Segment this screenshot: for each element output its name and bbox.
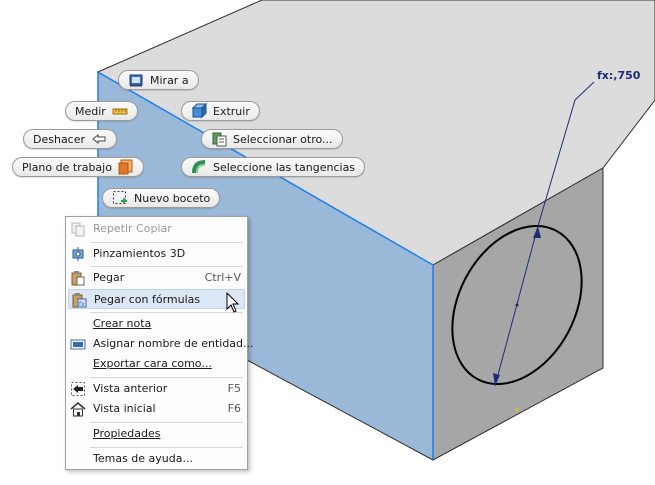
yellow-marker [515, 408, 519, 412]
menu-item-assign-entity-name[interactable]: Asignar nombre de entidad... [68, 334, 254, 354]
tangent-icon [191, 159, 207, 175]
new-sketch-icon [112, 190, 128, 206]
menu-label-previous-view: Vista anterior [93, 382, 168, 395]
menu-item-repeat-copy[interactable]: Repetir Copiar [68, 219, 245, 239]
menu-item-properties[interactable]: Propiedades [68, 424, 245, 444]
menu-label-assign-entity-name: Asignar nombre de entidad... [93, 337, 254, 350]
measure-label: Medir [75, 104, 106, 118]
select-other-icon [211, 131, 227, 147]
select-tangents-label: Seleccione las tangencias [213, 160, 356, 174]
menu-label-home-view: Vista inicial [93, 402, 156, 415]
previous-view-icon [70, 381, 86, 397]
home-icon [70, 401, 86, 417]
work-plane-label: Plano de trabajo [22, 160, 112, 174]
new-sketch-button[interactable]: Nuevo boceto [102, 188, 221, 208]
menu-label-create-note: Crear nota [93, 317, 152, 330]
work-plane-button[interactable]: Plano de trabajo [12, 157, 144, 177]
menu-separator [90, 377, 243, 378]
ruler-icon [112, 103, 128, 119]
3d-grips-icon [70, 246, 86, 262]
dimension-label[interactable]: fx:,750 [597, 69, 640, 82]
extrude-icon [191, 103, 207, 119]
menu-label-3d-grips: Pinzamientos 3D [93, 247, 186, 260]
menu-item-create-note[interactable]: Crear nota [68, 314, 245, 334]
extrude-label: Extruir [213, 104, 250, 118]
new-sketch-label: Nuevo boceto [134, 191, 211, 205]
menu-label-paste: Pegar [93, 271, 125, 284]
paste-formulas-icon: fx [71, 292, 87, 308]
look-at-button[interactable]: Mirar a [118, 70, 199, 90]
work-plane-icon [118, 159, 134, 175]
home-view-shortcut: F6 [227, 402, 241, 415]
previous-view-shortcut: F5 [227, 382, 241, 395]
extrude-button[interactable]: Extruir [181, 101, 260, 121]
center-point [515, 303, 519, 307]
menu-separator [90, 312, 243, 313]
menu-separator [90, 266, 243, 267]
menu-label-export-face: Exportar cara como... [93, 357, 212, 370]
menu-separator [90, 242, 243, 243]
menu-item-paste[interactable]: Pegar Ctrl+V [68, 268, 245, 288]
undo-button[interactable]: Deshacer [23, 129, 118, 149]
repeat-copy-icon [70, 221, 86, 237]
menu-label-repeat-copy: Repetir Copiar [93, 222, 172, 235]
paste-shortcut: Ctrl+V [204, 271, 241, 284]
undo-arrow-icon [91, 131, 107, 147]
menu-item-home-view[interactable]: Vista inicial F6 [68, 399, 245, 419]
menu-separator [90, 447, 243, 448]
menu-item-export-face[interactable]: Exportar cara como... [68, 354, 245, 374]
menu-label-help-topics: Temas de ayuda... [93, 452, 193, 465]
mouse-cursor-icon [226, 292, 240, 313]
select-other-label: Seleccionar otro... [233, 132, 333, 146]
select-tangents-button[interactable]: Seleccione las tangencias [181, 157, 366, 177]
menu-label-paste-formulas: Pegar con fórmulas [94, 293, 201, 306]
menu-item-help-topics[interactable]: Temas de ayuda... [68, 449, 245, 469]
assign-name-icon [70, 336, 86, 352]
look-at-icon [128, 72, 144, 88]
look-at-label: Mirar a [150, 73, 189, 87]
menu-separator [90, 422, 243, 423]
select-other-button[interactable]: Seleccionar otro... [201, 129, 343, 149]
menu-item-previous-view[interactable]: Vista anterior F5 [68, 379, 245, 399]
paste-icon [70, 270, 86, 286]
undo-label: Deshacer [33, 132, 86, 146]
menu-label-properties: Propiedades [93, 427, 161, 440]
context-menu: Repetir Copiar Pinzamientos 3D Pegar Ctr… [65, 216, 254, 470]
menu-item-paste-formulas[interactable]: fx Pegar con fórmulas [68, 289, 245, 309]
menu-item-3d-grips[interactable]: Pinzamientos 3D [68, 244, 245, 264]
svg-text:fx: fx [79, 301, 85, 308]
measure-button[interactable]: Medir [65, 101, 138, 121]
